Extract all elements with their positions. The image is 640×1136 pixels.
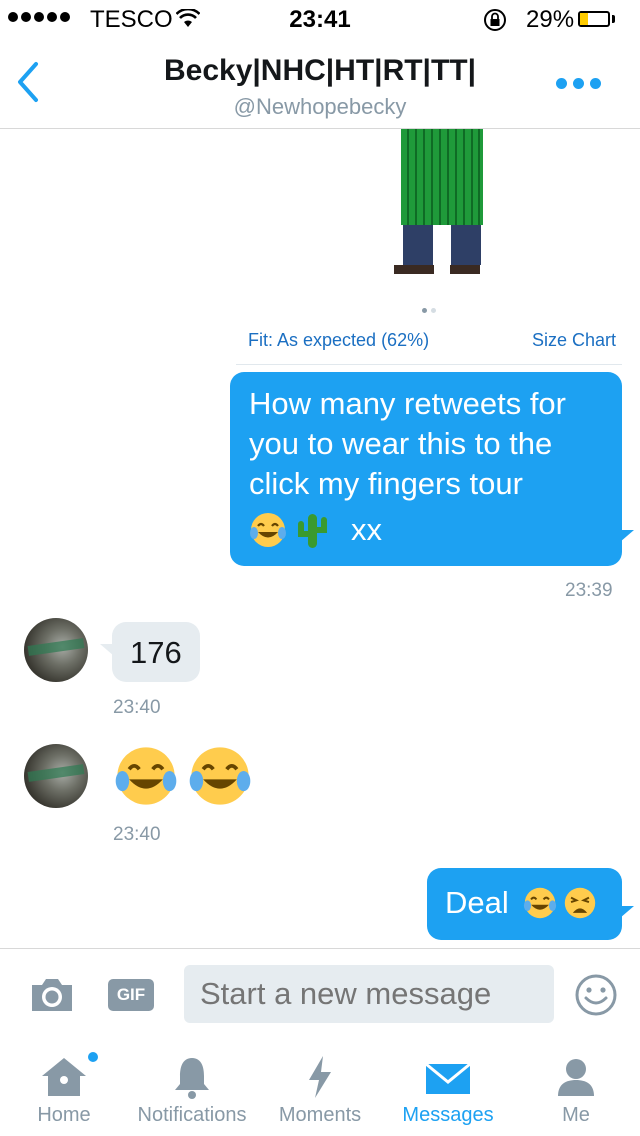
emoji-message[interactable]: [114, 744, 252, 808]
person-icon: [558, 1059, 594, 1096]
fit-label[interactable]: Fit: As expected (62%): [248, 330, 429, 351]
battery-nub: [612, 15, 615, 23]
envelope-icon: [425, 1062, 471, 1094]
tab-label: Me: [562, 1104, 590, 1126]
status-bar: TESCO 23:41 29%: [0, 0, 640, 40]
product-image[interactable]: [360, 129, 520, 286]
bubble-tail: [620, 906, 634, 918]
battery-icon: [578, 11, 610, 27]
conversation-title[interactable]: Becky|NHC|HT|RT|TT|: [0, 54, 640, 88]
avatar[interactable]: [24, 744, 88, 808]
message-composer: GIF: [0, 948, 640, 1039]
bell-icon: [175, 1058, 209, 1099]
battery-percent: 29%: [526, 6, 575, 33]
joy-emoji-icon: [250, 513, 286, 547]
home-icon: [42, 1058, 86, 1096]
tab-me[interactable]: Me: [512, 1040, 640, 1136]
conversation-handle[interactable]: @Newhopebecky: [0, 94, 640, 120]
joy-emoji-icon: [523, 887, 556, 919]
message-input[interactable]: [184, 965, 554, 1023]
tab-label: Messages: [402, 1104, 494, 1126]
rotation-lock-icon: [482, 7, 508, 40]
camera-icon[interactable]: [28, 977, 76, 1018]
gif-button[interactable]: GIF: [108, 979, 154, 1011]
lightning-icon: [309, 1056, 331, 1098]
tab-label: Moments: [278, 1104, 362, 1126]
tab-messages[interactable]: Messages: [384, 1040, 512, 1136]
message-text: 176: [130, 635, 182, 670]
avatar[interactable]: [24, 618, 88, 682]
weary-emoji-icon: [564, 887, 595, 919]
tab-label: Notifications: [137, 1104, 247, 1126]
message-suffix: xx: [351, 512, 382, 547]
battery-level: [580, 13, 589, 25]
more-dots-icon[interactable]: [556, 78, 601, 89]
tab-home[interactable]: Home: [0, 1040, 128, 1136]
tab-bar: Home Notifications Moments Messages Me: [0, 1040, 640, 1136]
message-bubble-sent[interactable]: Deal: [427, 868, 622, 940]
message-timestamp: 23:40: [113, 824, 161, 845]
message-text: How many retweets for you to wear this t…: [249, 386, 566, 501]
tab-label: Home: [37, 1104, 91, 1126]
carousel-indicator: [422, 308, 436, 313]
conversation-header: Becky|NHC|HT|RT|TT| @Newhopebecky: [0, 40, 640, 129]
message-text: Deal: [445, 885, 509, 920]
joy-emoji-icon: [189, 747, 251, 805]
product-info-row: Fit: As expected (62%) Size Chart: [236, 326, 622, 365]
tab-notifications[interactable]: Notifications: [128, 1040, 256, 1136]
cactus-emoji-icon: [298, 514, 327, 548]
size-chart-link[interactable]: Size Chart: [532, 330, 616, 351]
message-timestamp: 23:40: [113, 697, 161, 718]
bubble-tail: [620, 530, 634, 542]
message-bubble-sent[interactable]: How many retweets for you to wear this t…: [230, 372, 622, 566]
notification-dot: [86, 1050, 100, 1064]
joy-emoji-icon: [115, 747, 177, 805]
message-timestamp: 23:39: [565, 580, 613, 601]
message-bubble-received[interactable]: 176: [112, 622, 200, 682]
smiley-icon[interactable]: [574, 973, 618, 1022]
tab-moments[interactable]: Moments: [256, 1040, 384, 1136]
